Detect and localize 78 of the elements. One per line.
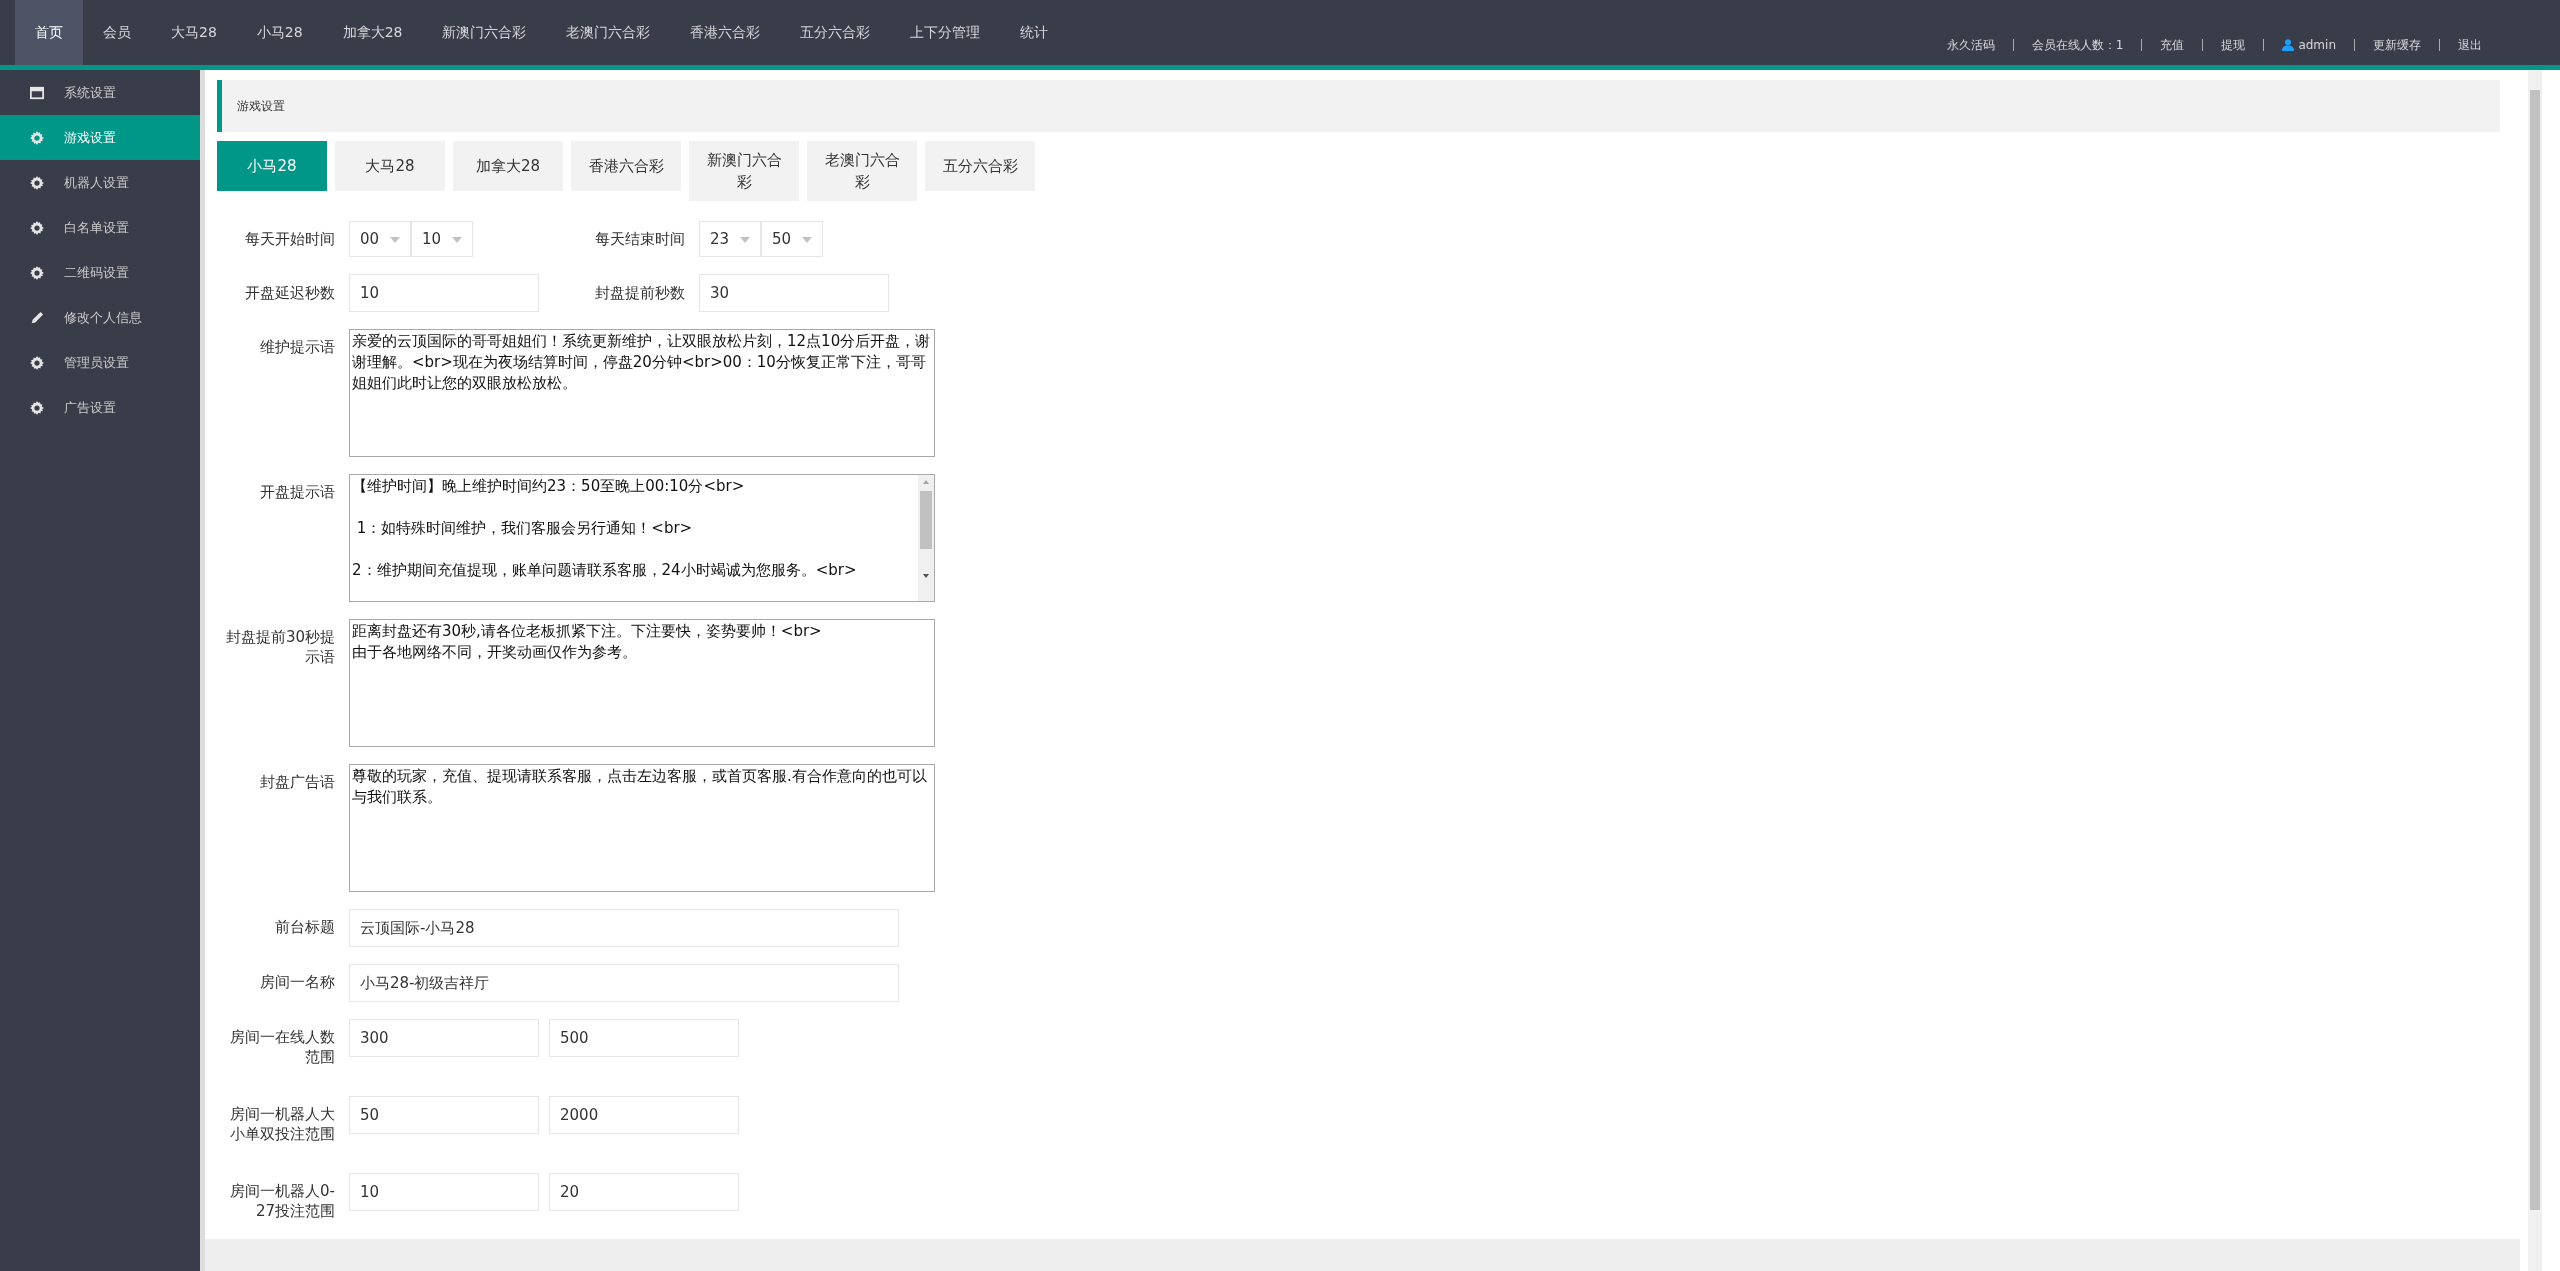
pencil-icon — [30, 310, 44, 325]
sidebar-item[interactable]: 管理员设置 — [0, 340, 200, 385]
input-field[interactable]: 2000 — [549, 1096, 739, 1134]
field-label: 封盘提前30秒提示语 — [224, 627, 336, 667]
nav-tab[interactable]: 老澳门六合彩 — [546, 0, 671, 65]
gear-icon — [30, 400, 44, 415]
field-label: 开盘提示语 — [259, 482, 336, 502]
input-field[interactable]: 10 — [349, 274, 539, 312]
sidebar-item[interactable]: 广告设置 — [0, 385, 200, 430]
field-label: 每天开始时间 — [244, 229, 336, 249]
window-icon — [30, 85, 44, 100]
input-field[interactable]: 300 — [349, 1019, 539, 1057]
game-tab[interactable]: 新澳门六合彩 — [689, 141, 799, 201]
field-label: 房间一在线人数范围 — [229, 1027, 336, 1067]
header-link[interactable]: 更新缓存 — [2373, 39, 2421, 51]
game-tab[interactable]: 大马28 — [335, 141, 445, 191]
game-tab[interactable]: 香港六合彩 — [571, 141, 681, 191]
textarea-field[interactable]: 【维护时间】晚上维护时间约23：50至晚上00:10分<br> 1：如特殊时间维护，我们客服会另行通知！<br> 2：维护期间充值提现，账单问题请联系客服，24小时竭诚为您服务。<br> — [349, 474, 935, 602]
select-field[interactable]: 10 — [411, 221, 473, 257]
sidebar-item[interactable]: 白名单设置 — [0, 205, 200, 250]
input-field[interactable]: 云顶国际-小马28 — [349, 909, 899, 947]
nav-tab[interactable]: 会员 — [83, 0, 151, 65]
input-field[interactable]: 30 — [699, 274, 889, 312]
input-field[interactable]: 小马28-初级吉祥厅 — [349, 964, 899, 1002]
sidebar-item[interactable]: 系统设置 — [0, 70, 200, 115]
input-field[interactable]: 50 — [349, 1096, 539, 1134]
header-link[interactable]: 永久活码 — [1946, 39, 1995, 51]
game-tab[interactable]: 老澳门六合彩 — [807, 141, 917, 201]
select-field[interactable]: 50 — [761, 221, 823, 257]
field-label: 维护提示语 — [259, 337, 336, 357]
header-link[interactable]: 提现 — [2221, 39, 2246, 51]
field-label: 房间一名称 — [259, 972, 336, 992]
input-field[interactable]: 10 — [349, 1173, 539, 1211]
caret-icon — [740, 237, 750, 243]
sidebar-item[interactable]: 游戏设置 — [0, 115, 200, 160]
gear-icon — [30, 265, 44, 280]
caret-icon — [452, 237, 462, 243]
select-field[interactable]: 23 — [699, 221, 761, 257]
nav-tab[interactable]: 上下分管理 — [890, 0, 1001, 65]
textarea-field[interactable]: 亲爱的云顶国际的哥哥姐姐们！系统更新维护，让双眼放松片刻，12点10分后开盘，谢谢理解。<br>现在为夜场结算时间，停盘20分钟<br>00：10分恢复正常下注，哥哥姐姐们此时让您的双眼放松放松。 — [349, 329, 935, 457]
nav-tab[interactable]: 统计 — [1000, 0, 1069, 65]
field-label: 每天结束时间 — [594, 229, 686, 249]
input-field[interactable]: 20 — [549, 1173, 739, 1211]
field-label: 前台标题 — [274, 917, 336, 937]
nav-tab[interactable]: 五分六合彩 — [780, 0, 891, 65]
nav-tab[interactable]: 香港六合彩 — [670, 0, 781, 65]
nav-tab[interactable]: 新澳门六合彩 — [422, 0, 547, 65]
game-tab[interactable]: 小马28 — [217, 141, 327, 191]
header-link[interactable]: 退出 — [2458, 39, 2482, 51]
field-label: 封盘提前秒数 — [594, 283, 686, 303]
game-tab[interactable]: 五分六合彩 — [925, 141, 1035, 191]
input-field[interactable]: 500 — [549, 1019, 739, 1057]
field-label: 封盘广告语 — [259, 772, 336, 792]
field-label: 房间一机器人0-27投注范围 — [229, 1181, 336, 1221]
select-field[interactable]: 00 — [349, 221, 411, 257]
sidebar-item[interactable]: 修改个人信息 — [0, 295, 200, 340]
header-link[interactable]: 充值 — [2160, 39, 2185, 51]
field-label: 开盘延迟秒数 — [244, 283, 336, 303]
textarea-field[interactable]: 尊敬的玩家，充值、提现请联系客服，点击左边客服，或首页客服.有合作意向的也可以与我们联系。 — [349, 764, 935, 892]
user-icon — [2282, 39, 2295, 51]
gear-icon — [30, 355, 44, 370]
user-link[interactable]: admin — [2298, 39, 2336, 51]
caret-icon — [802, 237, 812, 243]
nav-tab[interactable]: 小马28 — [236, 0, 323, 65]
gear-icon — [30, 130, 44, 145]
nav-tab[interactable]: 大马28 — [151, 0, 237, 65]
field-label: 房间一机器人大小单双投注范围 — [229, 1104, 336, 1144]
sidebar-item[interactable]: 二维码设置 — [0, 250, 200, 295]
gear-icon — [30, 175, 44, 190]
game-tab[interactable]: 加拿大28 — [453, 141, 563, 191]
breadcrumb-bar: 游戏设置 — [217, 80, 2500, 132]
nav-tab[interactable]: 首页 — [15, 0, 83, 65]
nav-tab[interactable]: 加拿大28 — [322, 0, 423, 65]
textarea-field[interactable]: 距离封盘还有30秒,请各位老板抓紧下注。下注要快，姿势要帅！<br> 由于各地网络不同，开奖动画仅作为参考。 — [349, 619, 935, 747]
caret-icon — [390, 237, 400, 243]
sidebar-item[interactable]: 机器人设置 — [0, 160, 200, 205]
online-count: 会员在线人数：1 — [2031, 39, 2124, 51]
gear-icon — [30, 220, 44, 235]
